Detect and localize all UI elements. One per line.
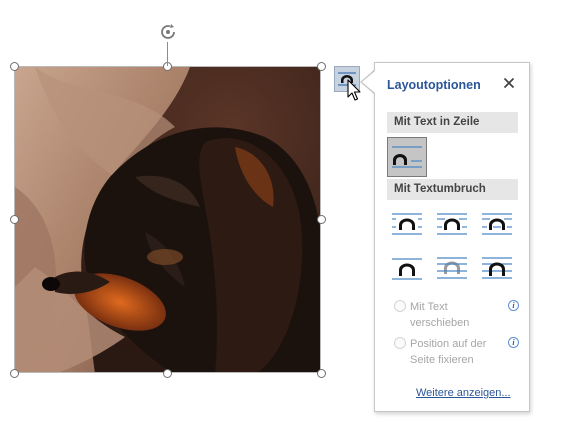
close-icon[interactable]: [499, 73, 519, 93]
panel-pointer-fill: [362, 71, 375, 93]
wrap-through-icon: [482, 213, 512, 235]
fix-position-label: Position auf der Seite fixieren: [410, 338, 487, 366]
see-more-link[interactable]: Weitere anzeigen...: [416, 387, 511, 399]
wrap-behind-text-option[interactable]: [432, 248, 472, 288]
move-with-text-option[interactable]: Mit Text verschieben i: [394, 299, 522, 333]
panel-title: Layoutoptionen: [387, 78, 481, 92]
resize-handle-top-left[interactable]: [10, 62, 19, 71]
fix-position-option[interactable]: Position auf der Seite fixieren i: [394, 336, 522, 370]
wrap-top-bottom-option[interactable]: [387, 248, 427, 288]
info-icon[interactable]: i: [508, 337, 519, 348]
layout-options-panel: Layoutoptionen Mit Text in Zeile Mit Tex…: [374, 62, 530, 412]
info-icon[interactable]: i: [508, 300, 519, 311]
wrap-top-bottom-icon: [392, 258, 422, 280]
resize-handle-bottom[interactable]: [163, 369, 172, 378]
rotate-handle-stem: [167, 42, 168, 66]
move-with-text-label: Mit Text verschieben: [410, 301, 470, 329]
wrap-through-option[interactable]: [477, 205, 517, 245]
wrap-inline-option[interactable]: [387, 137, 427, 177]
selected-picture[interactable]: [14, 66, 321, 373]
wrap-in-front-option[interactable]: [477, 248, 517, 288]
wrap-inline-icon: [392, 146, 422, 168]
wrap-tight-option[interactable]: [432, 205, 472, 245]
section-wrap-header: Mit Textumbruch: [387, 179, 518, 200]
resize-handle-bottom-left[interactable]: [10, 369, 19, 378]
resize-handle-right[interactable]: [317, 215, 326, 224]
dog-photo-image: [15, 67, 320, 372]
wrap-square-option[interactable]: [387, 205, 427, 245]
wrap-square-icon: [392, 213, 422, 235]
resize-handle-left[interactable]: [10, 215, 19, 224]
move-with-text-radio[interactable]: [394, 300, 406, 312]
resize-handle-top-right[interactable]: [317, 62, 326, 71]
resize-handle-bottom-right[interactable]: [317, 369, 326, 378]
wrap-behind-text-icon: [437, 257, 467, 279]
rotate-icon[interactable]: [158, 22, 178, 42]
fix-position-radio[interactable]: [394, 337, 406, 349]
wrap-in-front-icon: [482, 257, 512, 279]
section-inline-header: Mit Text in Zeile: [387, 112, 518, 133]
wrap-tight-icon: [437, 213, 467, 235]
